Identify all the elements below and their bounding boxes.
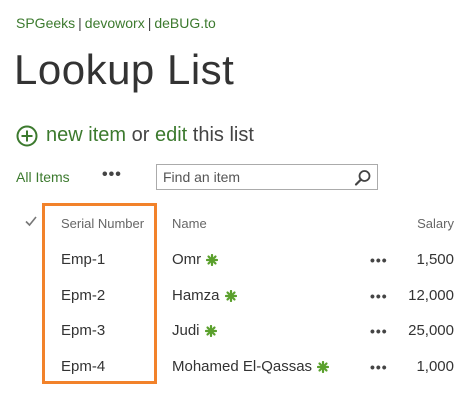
name-cell: Mohamed El-Qassas <box>172 357 330 377</box>
breadcrumb-item-devoworx[interactable]: devoworx <box>85 15 145 31</box>
name-cell: Omr <box>172 250 219 270</box>
breadcrumb: SPGeeks | devoworx | deBUG.to <box>16 15 216 31</box>
row-more-button[interactable]: ••• <box>370 357 388 377</box>
serial-cell: Emp-1 <box>61 251 106 268</box>
table-row[interactable]: Epm-2 Hamza ••• 12,000 <box>0 286 474 320</box>
breadcrumb-separator: | <box>78 15 82 31</box>
new-item-link[interactable]: new item <box>46 124 126 147</box>
plus-circle-icon[interactable] <box>16 125 38 147</box>
view-all-items[interactable]: All Items <box>16 169 70 185</box>
salary-cell: 1,000 <box>416 358 454 375</box>
table-row[interactable]: Emp-1 Omr ••• 1,500 <box>0 250 474 284</box>
column-header-name[interactable]: Name <box>172 216 207 231</box>
breadcrumb-item-debug[interactable]: deBUG.to <box>154 15 215 31</box>
serial-cell: Epm-2 <box>61 287 106 304</box>
breadcrumb-separator: | <box>147 15 152 31</box>
this-list-text: this list <box>192 124 254 146</box>
name-cell: Judi <box>172 321 217 341</box>
new-item-icon <box>224 290 237 302</box>
new-item-icon <box>317 361 330 373</box>
salary-cell: 12,000 <box>408 287 454 304</box>
edit-list-link[interactable]: edit <box>155 124 187 147</box>
new-item-icon <box>204 325 217 337</box>
table-row[interactable]: Epm-3 Judi ••• 25,000 <box>0 321 474 355</box>
row-more-button[interactable]: ••• <box>370 321 388 341</box>
list-toolbar: All Items ••• <box>16 164 456 192</box>
name-link[interactable]: Judi <box>172 321 200 341</box>
search-box <box>156 164 378 190</box>
view-more-button[interactable]: ••• <box>102 166 122 184</box>
name-link[interactable]: Hamza <box>172 286 220 306</box>
search-icon[interactable] <box>354 169 372 187</box>
salary-cell: 1,500 <box>416 251 454 268</box>
salary-cell: 25,000 <box>408 322 454 339</box>
name-cell: Hamza <box>172 286 237 306</box>
or-text: or <box>131 124 150 146</box>
name-link[interactable]: Omr <box>172 250 201 270</box>
search-input[interactable] <box>163 168 343 186</box>
page-title: Lookup List <box>14 46 235 93</box>
serial-cell: Epm-3 <box>61 322 106 339</box>
row-more-button[interactable]: ••• <box>370 286 388 306</box>
row-more-button[interactable]: ••• <box>370 250 388 270</box>
new-item-bar: new item or edit this list <box>16 124 254 147</box>
table-row[interactable]: Epm-4 Mohamed El-Qassas ••• 1,000 <box>0 357 474 391</box>
column-header-serial-number[interactable]: Serial Number <box>61 216 144 231</box>
column-header-salary[interactable]: Salary <box>417 216 454 231</box>
breadcrumb-item-spgeeks[interactable]: SPGeeks <box>16 15 75 31</box>
name-link[interactable]: Mohamed El-Qassas <box>172 357 312 377</box>
checkmark-icon[interactable] <box>24 214 38 228</box>
new-item-icon <box>206 254 219 266</box>
serial-cell: Epm-4 <box>61 358 106 375</box>
